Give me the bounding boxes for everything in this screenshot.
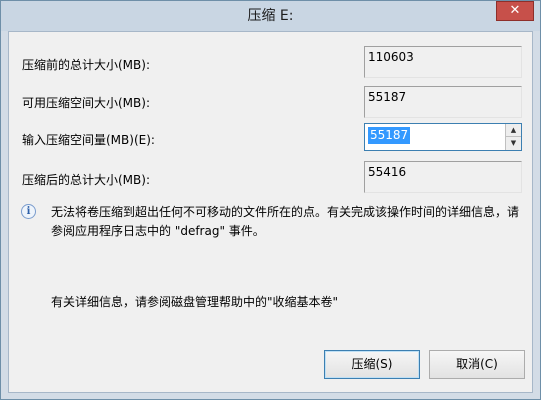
stepper-up-button[interactable]: ▲ bbox=[506, 124, 521, 137]
dialog-body: 压缩前的总计大小(MB): 110603 可用压缩空间大小(MB): 55187… bbox=[8, 31, 533, 393]
shrink-amount-label: 输入压缩空间量(MB)(E): bbox=[22, 133, 155, 147]
help-message: 有关详细信息，请参阅磁盘管理帮助中的"收缩基本卷" bbox=[51, 295, 339, 309]
dialog-title: 压缩 E: bbox=[247, 8, 294, 24]
total-before-value: 110603 bbox=[364, 46, 522, 78]
shrink-dialog: 压缩 E: ✕ 压缩前的总计大小(MB): 110603 可用压缩空间大小(MB… bbox=[0, 0, 541, 400]
close-button[interactable]: ✕ bbox=[496, 1, 534, 21]
cancel-button[interactable]: 取消(C) bbox=[429, 350, 525, 379]
shrink-button[interactable]: 压缩(S) bbox=[324, 350, 420, 379]
available-space-label: 可用压缩空间大小(MB): bbox=[22, 96, 150, 110]
shrink-amount-stepper[interactable]: 55187 ▲ ▼ bbox=[364, 123, 522, 151]
available-space-value: 55187 bbox=[364, 86, 522, 118]
stepper-buttons: ▲ ▼ bbox=[505, 124, 521, 150]
info-icon: i bbox=[21, 204, 36, 219]
info-message: 无法将卷压缩到超出任何不可移动的文件所在的点。有关完成该操作时间的详细信息，请参… bbox=[51, 205, 520, 238]
total-after-label: 压缩后的总计大小(MB): bbox=[22, 173, 150, 187]
total-after-value: 55416 bbox=[364, 161, 522, 193]
total-before-label: 压缩前的总计大小(MB): bbox=[22, 58, 150, 72]
stepper-down-button[interactable]: ▼ bbox=[506, 137, 521, 150]
shrink-amount-input[interactable]: 55187 bbox=[368, 127, 411, 144]
title-bar[interactable]: 压缩 E: ✕ bbox=[1, 1, 540, 31]
close-icon: ✕ bbox=[509, 3, 521, 18]
